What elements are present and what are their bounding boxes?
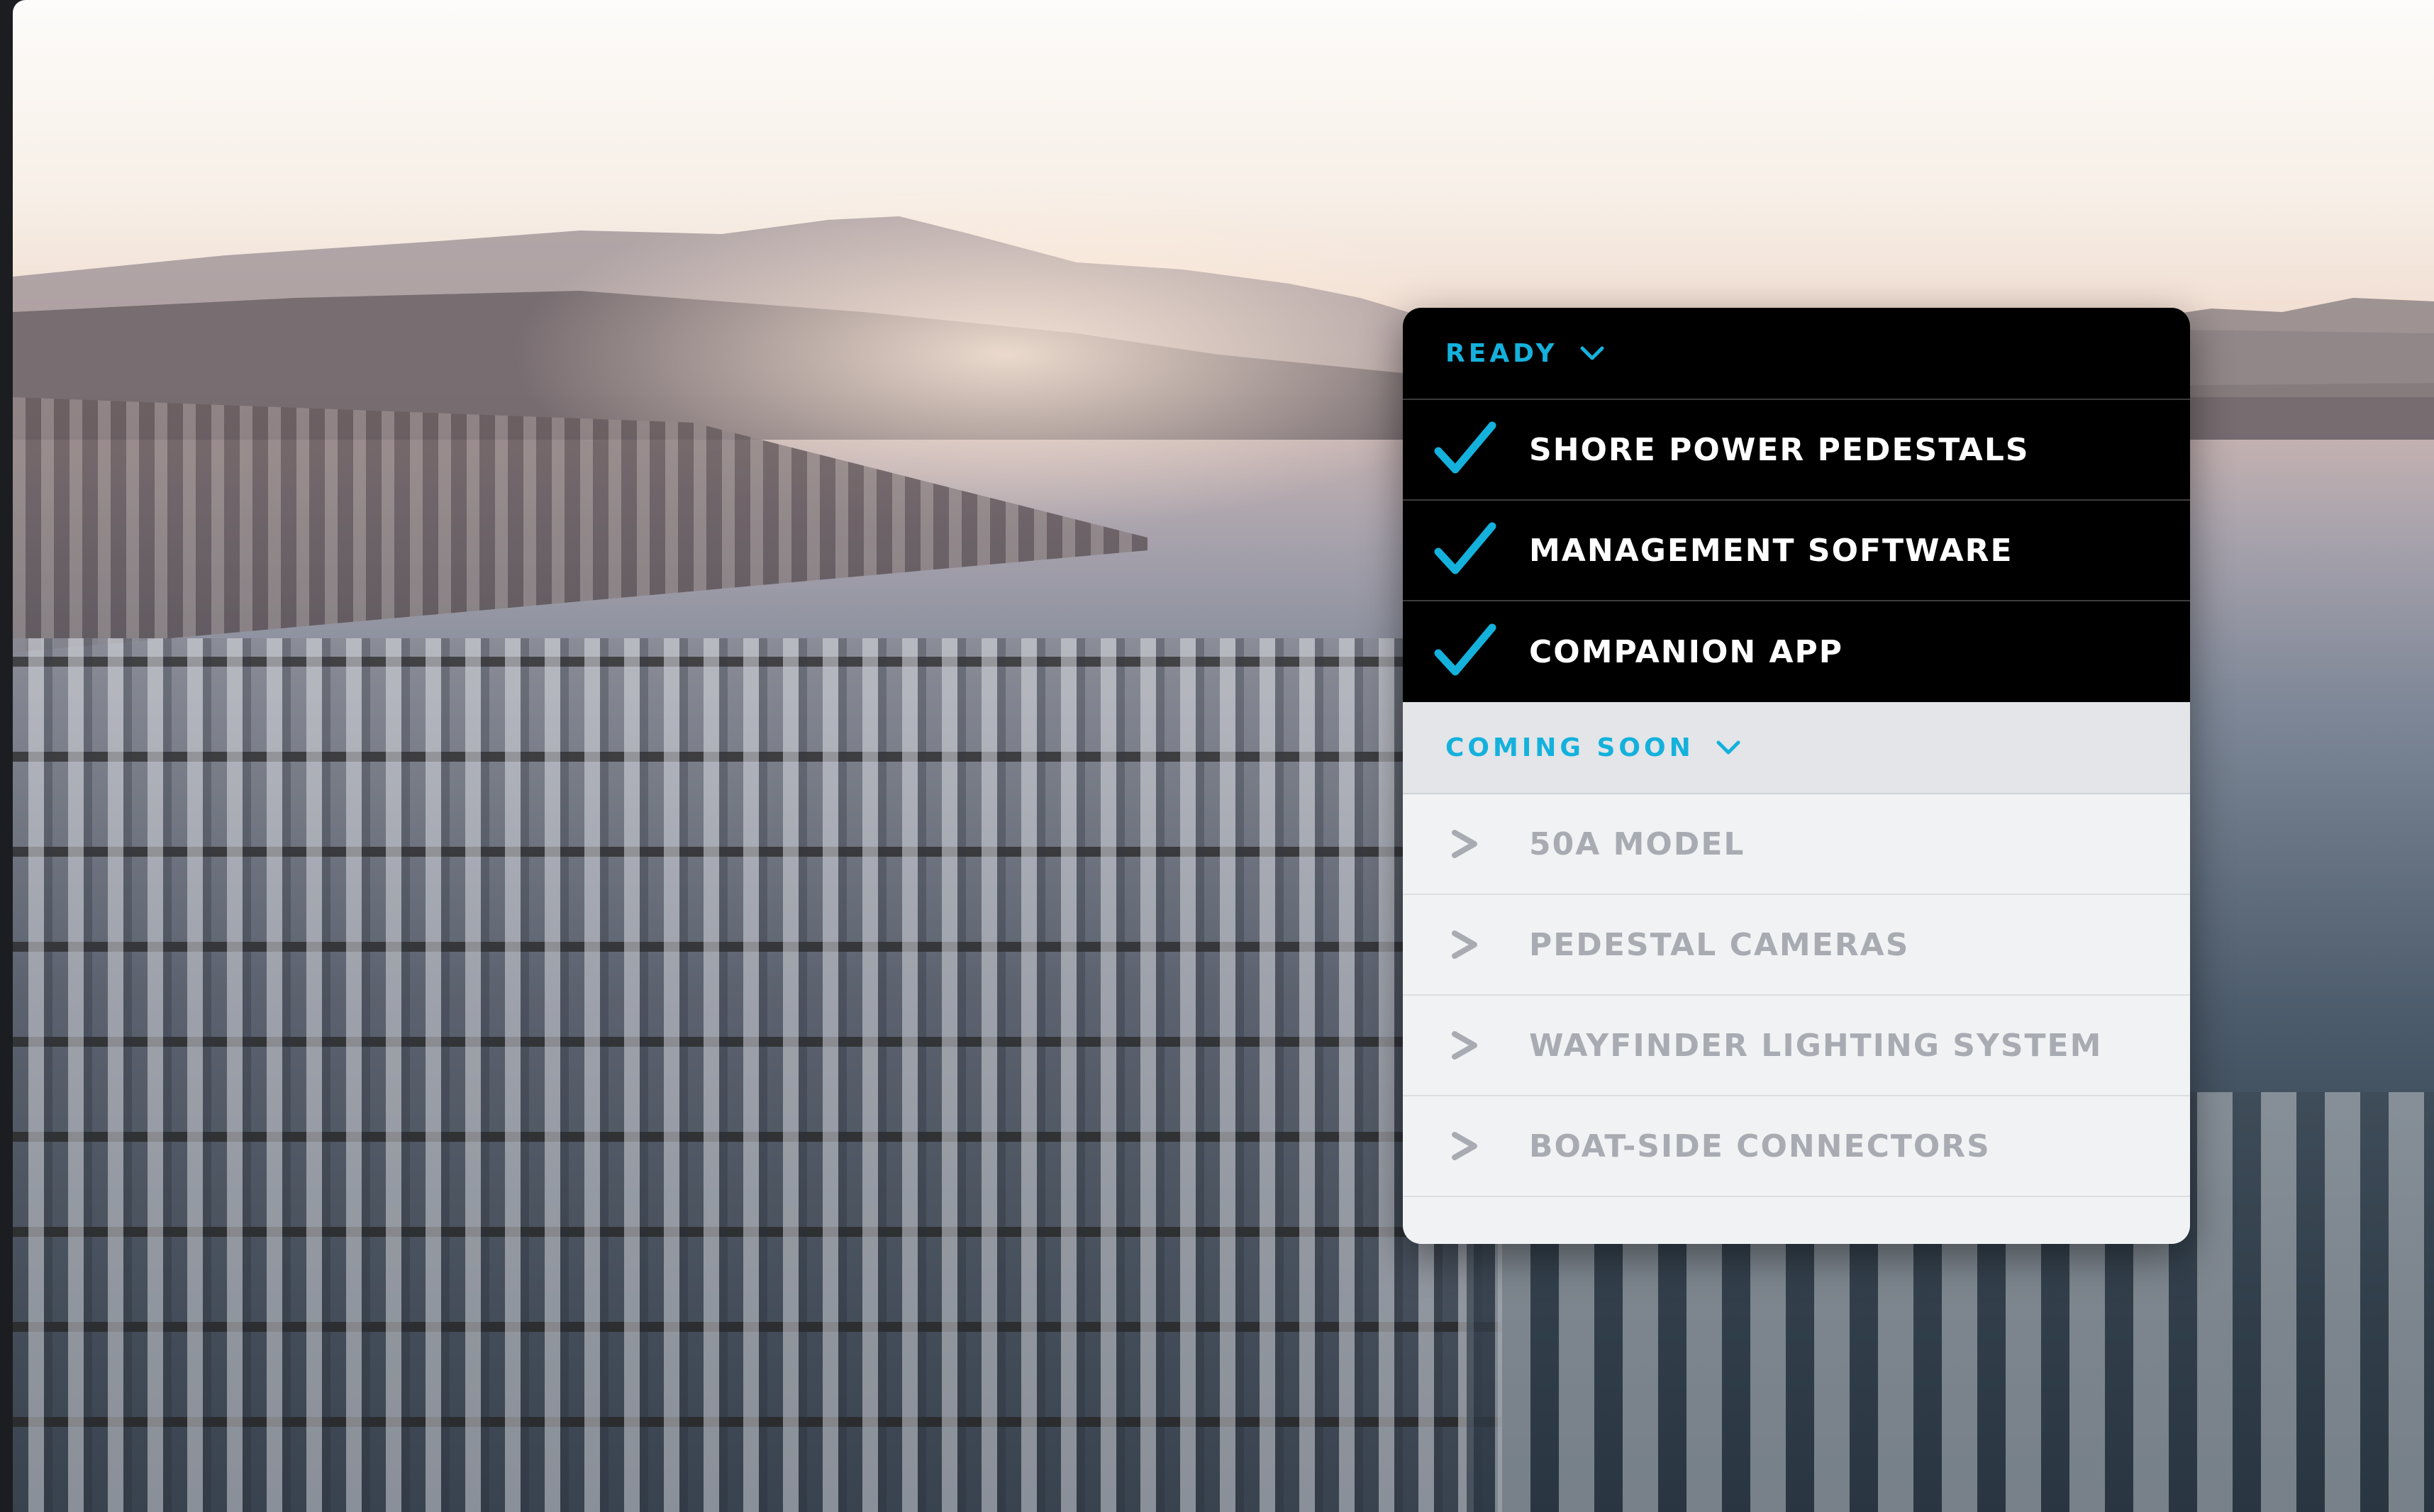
coming-soon-item-label: 50A MODEL [1529, 826, 1745, 862]
coming-soon-item-boat-side-connectors: BOAT-SIDE CONNECTORS [1403, 1096, 2190, 1197]
coming-soon-section-title: COMING SOON [1445, 733, 1694, 762]
checkmark-icon [1434, 421, 1496, 474]
marina-hero: READY SHORE POWER PEDESTALS MANAGEMENT S… [13, 0, 2434, 1512]
ready-item-management-software: MANAGEMENT SOFTWARE [1403, 501, 2190, 601]
ready-item-label: SHORE POWER PEDESTALS [1529, 431, 2030, 468]
chevron-right-icon [1433, 1118, 1496, 1174]
coming-soon-item-wayfinder-lighting: WAYFINDER LIGHTING SYSTEM [1403, 996, 2190, 1096]
chevron-down-icon [1580, 346, 1604, 360]
coming-soon-item-label: PEDESTAL CAMERAS [1529, 926, 1910, 963]
coming-soon-section-header[interactable]: COMING SOON [1403, 702, 2190, 794]
coming-soon-item-pedestal-cameras: PEDESTAL CAMERAS [1403, 895, 2190, 996]
ready-section-title: READY [1445, 338, 1558, 368]
coming-soon-item-50a-model: 50A MODEL [1403, 794, 2190, 895]
ready-item-label: COMPANION APP [1529, 633, 1844, 670]
coming-soon-item-label: WAYFINDER LIGHTING SYSTEM [1529, 1027, 2103, 1064]
chevron-down-icon [1716, 740, 1740, 755]
ready-section-header[interactable]: READY [1403, 308, 2190, 400]
marina-docks [13, 638, 1502, 1512]
ready-item-companion-app: COMPANION APP [1403, 601, 2190, 702]
chevron-right-icon [1433, 1017, 1496, 1074]
product-status-card: READY SHORE POWER PEDESTALS MANAGEMENT S… [1403, 308, 2190, 1244]
chevron-right-icon [1433, 916, 1496, 973]
checkmark-icon [1434, 623, 1496, 676]
ready-item-shore-power-pedestals: SHORE POWER PEDESTALS [1403, 400, 2190, 501]
chevron-right-icon [1433, 816, 1496, 872]
checkmark-icon [1434, 522, 1496, 574]
ready-item-label: MANAGEMENT SOFTWARE [1529, 532, 2013, 569]
coming-soon-item-label: BOAT-SIDE CONNECTORS [1529, 1128, 1991, 1164]
